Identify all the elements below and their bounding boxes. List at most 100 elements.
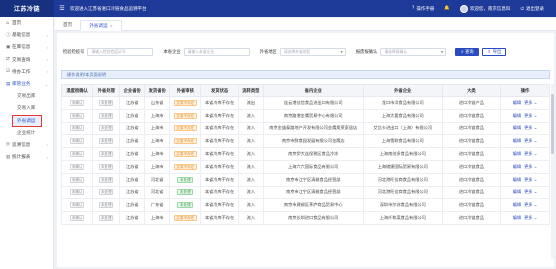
more-dropdown[interactable]: 更多 ⌄ (524, 177, 537, 182)
export-icon: ⇪ (487, 49, 492, 55)
table-cell: 流入 (237, 211, 264, 225)
user-menu[interactable]: 欢迎您，南京信息科 (459, 4, 510, 13)
table-cell-actions: 编辑 更多 ⌄ (500, 211, 550, 225)
col-header[interactable]: 发货省份 (144, 84, 171, 97)
company-label: 本省企业 (163, 50, 181, 55)
sidebar-item-basic-info[interactable]: ⓘ 基础信息 › (0, 29, 53, 41)
table-cell: 南京长圳进口食品有限公司 (262, 211, 364, 225)
edit-link[interactable]: 编辑 (513, 189, 521, 194)
export-button[interactable]: ⇪ 导出 (482, 48, 507, 56)
table-cell: 南京市江宁区清雅食品经营部 (262, 185, 364, 200)
table-cell: 上海市 (144, 147, 171, 161)
table-cell: 上海市 (144, 159, 171, 174)
sidebar-item-trace[interactable]: ◎ 追溯信息 › (0, 139, 53, 151)
tab-home[interactable]: 首页 (55, 19, 80, 30)
tab-label: 外省调运 (89, 23, 108, 29)
more-dropdown[interactable]: 更多 ⌄ (524, 125, 537, 130)
status-badge: 未处理 (98, 215, 114, 222)
col-header[interactable]: 发货状态 (200, 84, 239, 97)
more-dropdown[interactable]: 更多 ⌄ (524, 113, 537, 118)
sidebar-sub-interprovince[interactable]: 外省调运 (12, 114, 42, 127)
more-dropdown[interactable]: 更多 ⌄ (524, 215, 537, 220)
status-badge: 未确认 (69, 215, 85, 222)
table-cell: 进口冷链食品 (441, 121, 502, 136)
edit-link[interactable]: 编辑 (513, 125, 521, 130)
data-table: 温度检确认 外省处理 企业省份 发货省份 外省审核 发货状态 流转类型 省内企业… (60, 84, 550, 225)
bell-icon[interactable]: 🔔 (444, 6, 450, 11)
manual-link[interactable]: ? 操作手册 (412, 6, 434, 12)
status-badge: 未处理 (98, 151, 114, 158)
table-header-row: 温度检确认 外省处理 企业省份 发货省份 外省审核 发货状态 流转类型 省内企业… (60, 84, 550, 97)
col-header[interactable]: 外省企业 (362, 84, 443, 97)
audit-tag: 未处理 (177, 176, 194, 183)
table-cell: 上海储捷国际贸易有限公司 (362, 159, 443, 174)
search-button[interactable]: ⌕ 查询 (455, 48, 480, 56)
col-header[interactable]: 外省审核 (169, 84, 202, 97)
table-scrollbar[interactable] (551, 84, 554, 259)
col-header[interactable]: 大类 (441, 84, 502, 97)
close-icon[interactable]: × (110, 23, 113, 28)
status-badge: 未处理 (98, 125, 114, 132)
sidebar-sub-trade-in[interactable]: 交易入库 (0, 102, 53, 114)
sidebar-item-report[interactable]: ▥ 统计报表 › (0, 151, 53, 163)
edit-link[interactable]: 编辑 (513, 138, 521, 143)
audit-tag: 交易不存在 (173, 138, 197, 145)
logout-button[interactable]: ⏻ 退出登录 (520, 6, 544, 12)
col-header[interactable]: 外省处理 (92, 84, 121, 97)
chevron-down-icon: ⌄ (532, 138, 538, 144)
col-header[interactable]: 流转类型 (237, 84, 264, 97)
status-badge: 未确认 (69, 125, 85, 132)
col-header[interactable]: 企业省份 (119, 84, 146, 97)
edit-link[interactable]: 编辑 (513, 164, 521, 169)
table-cell: 交易不存在 (169, 211, 202, 225)
more-dropdown[interactable]: 更多 ⌄ (524, 202, 537, 207)
edit-link[interactable]: 编辑 (513, 100, 521, 105)
table-cell: 江苏省 (119, 159, 146, 174)
reject-select[interactable]: 请选择报确认 ▼ (380, 48, 447, 56)
table-cell-actions: 编辑 更多 ⌄ (500, 159, 550, 174)
sidebar-item-todo[interactable]: ☑ 待办工作 › (0, 66, 53, 78)
table-cell: 未处理 (92, 198, 121, 213)
table-cell: 未确认 (60, 185, 94, 200)
table-cell: 未确认 (60, 147, 94, 161)
more-dropdown[interactable]: 更多 ⌄ (524, 189, 537, 194)
sidebar-sub-trade-out[interactable]: 交易出库 (0, 90, 53, 102)
audit-tag: 未处理 (177, 189, 194, 196)
col-header[interactable]: 温度检确认 (60, 84, 94, 97)
sidebar-item-home[interactable]: ⌂ 首页 (0, 17, 53, 29)
hamburger-icon[interactable]: ☰ (57, 5, 67, 12)
table-cell: 进口冷链食品 (441, 211, 502, 225)
table-cell: 未处理 (92, 211, 121, 225)
company-input[interactable]: 请输入本省企业 (183, 48, 250, 56)
brand-logo[interactable]: 江苏冷链 (0, 0, 54, 17)
table-cell: 流入 (237, 147, 264, 161)
edit-link[interactable]: 编辑 (513, 177, 521, 182)
more-dropdown[interactable]: 更多 ⌄ (524, 100, 537, 105)
table-cell: 本省冷库不存在 (200, 185, 239, 200)
province-select[interactable]: 请选择外省地区 ▼ (279, 48, 346, 56)
edit-link[interactable]: 编辑 (513, 113, 521, 118)
more-dropdown[interactable]: 更多 ⌄ (524, 151, 537, 156)
goods-input[interactable]: 请输入检验检疫证号 (87, 48, 154, 56)
sidebar-item-warehouse[interactable]: ▤ 库管业务 ⌄ (0, 78, 53, 90)
edit-link[interactable]: 编辑 (513, 215, 521, 220)
edit-link[interactable]: 编辑 (513, 202, 521, 207)
sidebar-item-trade[interactable]: ⇄ 交易查询 › (0, 54, 53, 66)
tab-bar: 首页 外省调运 × (55, 18, 556, 31)
tab-interprovince[interactable]: 外省调运 × (80, 20, 122, 31)
table-cell: 流入 (237, 134, 264, 149)
avatar (459, 4, 468, 13)
sidebar-sub-company-stats[interactable]: 企业统计 (0, 127, 53, 139)
table-cell: 未处理 (92, 159, 121, 174)
more-dropdown[interactable]: 更多 ⌄ (524, 138, 537, 143)
status-badge: 未确认 (69, 176, 85, 183)
col-header[interactable]: 省内企业 (262, 84, 364, 97)
sidebar-item-stock[interactable]: ▣ 在库信息 › (0, 41, 53, 53)
more-dropdown[interactable]: 更多 ⌄ (524, 164, 537, 169)
table-cell-actions: 编辑 更多 ⌄ (500, 134, 550, 149)
edit-link[interactable]: 编辑 (513, 151, 521, 156)
status-badge: 未处理 (98, 112, 114, 119)
table-cell: 江苏省 (119, 198, 146, 213)
scroll-thumb[interactable] (551, 94, 554, 154)
table-cell: 龙口市洋食品有限公司 (362, 96, 443, 110)
